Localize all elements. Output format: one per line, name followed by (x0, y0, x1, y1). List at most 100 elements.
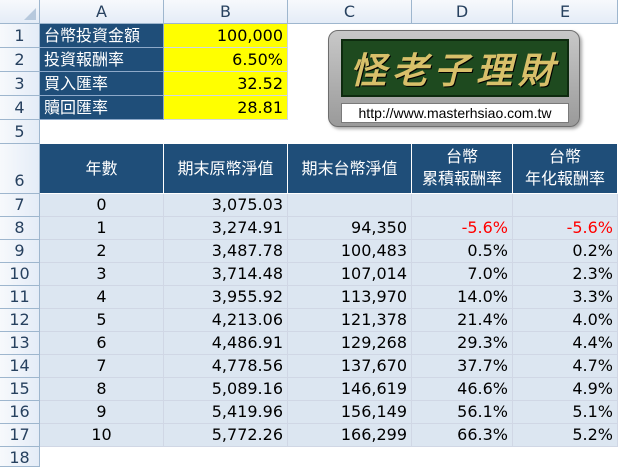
annualized-return-cell[interactable] (513, 194, 618, 217)
annualized-return-cell[interactable]: 5.1% (513, 401, 618, 424)
row-header-11[interactable]: 11 (0, 286, 40, 309)
column-header-d[interactable]: D (412, 0, 513, 24)
label-cell[interactable]: 投資報酬率 (40, 48, 164, 72)
twd-nav-cell[interactable]: 121,378 (288, 309, 412, 332)
cumulative-return-cell[interactable]: 7.0% (412, 263, 513, 286)
cumulative-return-cell[interactable]: 0.5% (412, 240, 513, 263)
cumulative-return-cell[interactable]: 37.7% (412, 355, 513, 378)
twd-nav-cell[interactable]: 146,619 (288, 378, 412, 401)
annualized-return-cell[interactable]: 4.0% (513, 309, 618, 332)
twd-nav-cell[interactable]: 137,670 (288, 355, 412, 378)
cumulative-return-cell[interactable]: 21.4% (412, 309, 513, 332)
column-header-c[interactable]: C (288, 0, 412, 24)
row-header-9[interactable]: 9 (0, 240, 40, 263)
logo-title: 怪老子理財 (349, 50, 560, 92)
label-cell[interactable]: 台幣投資金額 (40, 24, 164, 48)
input-value-cell[interactable]: 100,000 (164, 24, 288, 48)
annualized-return-cell[interactable]: 0.2% (513, 240, 618, 263)
cumulative-return-cell[interactable]: 14.0% (412, 286, 513, 309)
row-header-17[interactable]: 17 (0, 424, 40, 447)
orig-nav-cell[interactable]: 3,955.92 (164, 286, 288, 309)
year-cell[interactable]: 3 (40, 263, 164, 286)
twd-nav-cell[interactable]: 94,350 (288, 217, 412, 240)
orig-nav-cell[interactable]: 3,274.91 (164, 217, 288, 240)
annualized-return-cell[interactable]: -5.6% (513, 217, 618, 240)
row-header-12[interactable]: 12 (0, 309, 40, 332)
input-value-cell[interactable]: 32.52 (164, 72, 288, 96)
row-header-3[interactable]: 3 (0, 72, 40, 96)
annualized-return-cell[interactable]: 2.3% (513, 263, 618, 286)
orig-nav-cell[interactable]: 3,075.03 (164, 194, 288, 217)
year-cell[interactable]: 1 (40, 217, 164, 240)
cumulative-return-cell[interactable]: 66.3% (412, 424, 513, 447)
year-cell[interactable]: 0 (40, 194, 164, 217)
header-year[interactable]: 年數 (40, 144, 164, 194)
logo-banner: 怪老子理財 (341, 39, 569, 97)
year-cell[interactable]: 7 (40, 355, 164, 378)
orig-nav-cell[interactable]: 4,213.06 (164, 309, 288, 332)
year-cell[interactable]: 4 (40, 286, 164, 309)
year-cell[interactable]: 9 (40, 401, 164, 424)
cumulative-return-cell[interactable]: 29.3% (412, 332, 513, 355)
orig-nav-cell[interactable]: 5,419.96 (164, 401, 288, 424)
orig-nav-cell[interactable]: 3,714.48 (164, 263, 288, 286)
input-value-cell[interactable]: 6.50% (164, 48, 288, 72)
row-header-18[interactable]: 18 (0, 447, 40, 467)
column-header-e[interactable]: E (513, 0, 618, 24)
orig-nav-cell[interactable]: 4,778.56 (164, 355, 288, 378)
cumulative-return-cell[interactable]: 46.6% (412, 378, 513, 401)
header-orig-nav[interactable]: 期末原幣淨值 (164, 144, 288, 194)
twd-nav-cell[interactable]: 156,149 (288, 401, 412, 424)
year-cell[interactable]: 10 (40, 424, 164, 447)
twd-nav-cell[interactable]: 100,483 (288, 240, 412, 263)
year-cell[interactable]: 8 (40, 378, 164, 401)
orig-nav-cell[interactable]: 3,487.78 (164, 240, 288, 263)
twd-nav-cell[interactable]: 107,014 (288, 263, 412, 286)
row-header-15[interactable]: 15 (0, 378, 40, 401)
cumulative-return-cell[interactable]: -5.6% (412, 217, 513, 240)
header-annualized-return[interactable]: 台幣 年化報酬率 (513, 144, 618, 194)
year-cell[interactable]: 6 (40, 332, 164, 355)
orig-nav-cell[interactable]: 5,772.26 (164, 424, 288, 447)
label-cell[interactable]: 買入匯率 (40, 72, 164, 96)
row-header-4[interactable]: 4 (0, 96, 40, 120)
row-header-13[interactable]: 13 (0, 332, 40, 355)
row-header-1[interactable]: 1 (0, 24, 40, 48)
table-row: 6 4,486.91 129,268 29.3% 4.4% (40, 332, 618, 355)
row-header-5[interactable]: 5 (0, 120, 40, 144)
row-header-16[interactable]: 16 (0, 401, 40, 424)
masterhsiao-logo[interactable]: 怪老子理財 http://www.masterhsiao.com.tw (328, 30, 580, 127)
select-all-corner[interactable] (0, 0, 40, 24)
twd-nav-cell[interactable]: 113,970 (288, 286, 412, 309)
header-cumulative-return[interactable]: 台幣 累積報酬率 (412, 144, 513, 194)
table-row: 0 3,075.03 (40, 194, 618, 217)
orig-nav-cell[interactable]: 4,486.91 (164, 332, 288, 355)
header-cumulative-line2: 累積報酬率 (421, 169, 502, 188)
table-row: 10 5,772.26 166,299 66.3% 5.2% (40, 424, 618, 447)
annualized-return-cell[interactable]: 3.3% (513, 286, 618, 309)
label-cell[interactable]: 贖回匯率 (40, 96, 164, 120)
logo-url[interactable]: http://www.masterhsiao.com.tw (341, 103, 569, 123)
twd-nav-cell[interactable] (288, 194, 412, 217)
input-value-cell[interactable]: 28.81 (164, 96, 288, 120)
header-twd-nav[interactable]: 期末台幣淨值 (288, 144, 412, 194)
cumulative-return-cell[interactable]: 56.1% (412, 401, 513, 424)
annualized-return-cell[interactable]: 5.2% (513, 424, 618, 447)
row-header-6[interactable]: 6 (0, 144, 40, 194)
cumulative-return-cell[interactable] (412, 194, 513, 217)
twd-nav-cell[interactable]: 166,299 (288, 424, 412, 447)
column-header-a[interactable]: A (40, 0, 164, 24)
annualized-return-cell[interactable]: 4.7% (513, 355, 618, 378)
twd-nav-cell[interactable]: 129,268 (288, 332, 412, 355)
row-header-2[interactable]: 2 (0, 48, 40, 72)
orig-nav-cell[interactable]: 5,089.16 (164, 378, 288, 401)
annualized-return-cell[interactable]: 4.4% (513, 332, 618, 355)
year-cell[interactable]: 2 (40, 240, 164, 263)
year-cell[interactable]: 5 (40, 309, 164, 332)
row-header-7[interactable]: 7 (0, 194, 40, 217)
column-header-b[interactable]: B (164, 0, 288, 24)
row-header-10[interactable]: 10 (0, 263, 40, 286)
row-header-8[interactable]: 8 (0, 217, 40, 240)
annualized-return-cell[interactable]: 4.9% (513, 378, 618, 401)
row-header-14[interactable]: 14 (0, 355, 40, 378)
